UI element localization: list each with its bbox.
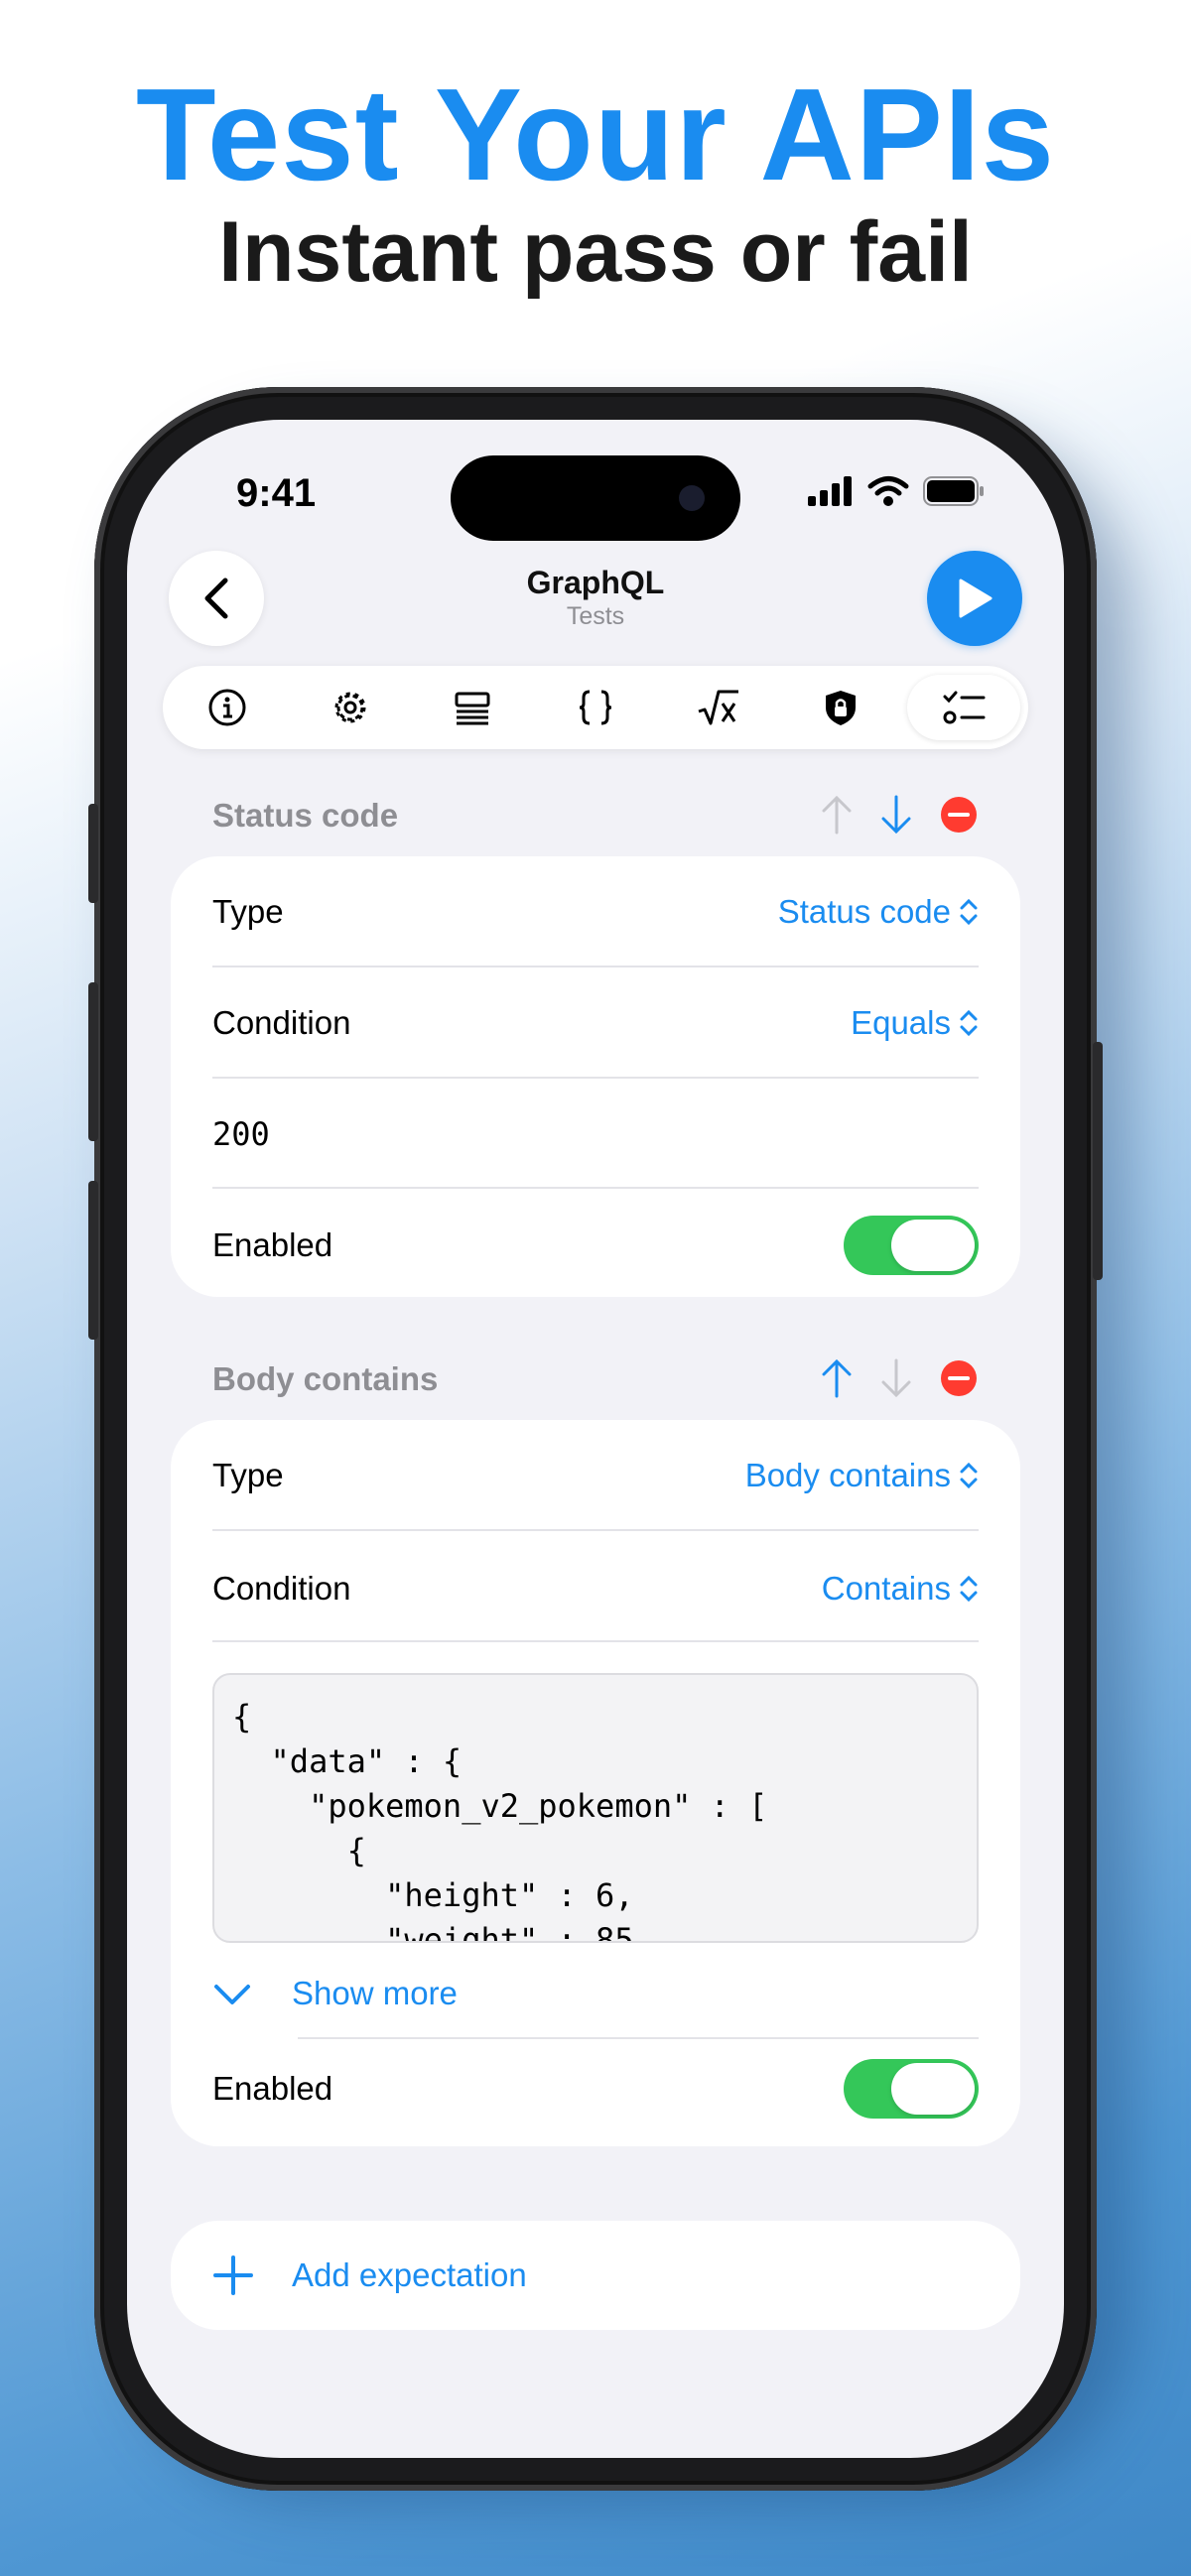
delete-icon[interactable] — [939, 1358, 979, 1398]
add-expectation-button[interactable]: Add expectation — [171, 2221, 1020, 2330]
divider — [212, 1529, 979, 1531]
toggle-knob — [891, 2063, 975, 2115]
arrow-up-icon[interactable] — [820, 795, 854, 835]
condition-value: Equals — [851, 1004, 951, 1041]
condition-row[interactable]: Condition Equals — [212, 993, 979, 1053]
delete-icon[interactable] — [939, 795, 979, 835]
list-icon — [455, 692, 490, 725]
toggle-knob — [891, 1220, 975, 1271]
enabled-toggle[interactable] — [844, 2059, 979, 2119]
checklist-icon — [943, 691, 986, 724]
expectation-1-actions — [820, 795, 979, 835]
action-button — [88, 804, 98, 903]
divider — [212, 1187, 979, 1189]
condition-value: Contains — [821, 1570, 951, 1607]
type-value: Body contains — [744, 1457, 951, 1493]
chevron-down-icon — [214, 1985, 250, 2004]
camera-icon — [679, 485, 705, 511]
phone-screen: 9:41 GraphQL Tests Status code Type Stat… — [127, 420, 1064, 2458]
code-line: "pokemon_v2_pokemon" : [ — [232, 1787, 768, 1825]
condition-label: Condition — [212, 1004, 351, 1041]
type-row[interactable]: Type Status code — [212, 882, 979, 942]
cellular-signal-icon — [808, 476, 852, 506]
run-button[interactable] — [927, 551, 1022, 646]
divider — [212, 1640, 979, 1642]
nav-title: GraphQL — [526, 565, 665, 600]
expectation-1-card: Type Status code Condition Equals 200 En… — [171, 856, 1020, 1297]
promo-headline: Test Your APIs — [135, 62, 1055, 207]
show-more-link[interactable]: Show more — [292, 1975, 458, 2012]
nav-subtitle: Tests — [566, 602, 625, 630]
expected-value-row[interactable]: 200 — [212, 1104, 979, 1164]
divider — [212, 1077, 979, 1079]
enabled-row: Enabled — [212, 2057, 979, 2121]
tab-tests[interactable] — [906, 675, 1020, 740]
type-label: Type — [212, 1457, 284, 1493]
tab-auth[interactable] — [784, 675, 897, 740]
condition-picker[interactable]: Contains — [822, 1570, 979, 1608]
condition-picker[interactable]: Equals — [851, 1004, 979, 1042]
tab-settings[interactable] — [294, 675, 407, 740]
type-picker[interactable]: Status code — [778, 893, 979, 931]
chevron-up-down-icon — [960, 1462, 978, 1489]
type-row[interactable]: Type Body contains — [212, 1446, 979, 1505]
volume-up-button — [88, 982, 98, 1141]
enabled-label: Enabled — [212, 1226, 333, 1263]
chevron-up-down-icon — [960, 898, 978, 926]
condition-row[interactable]: Condition Contains — [212, 1559, 979, 1618]
show-more-row[interactable]: Show more — [212, 1966, 979, 2021]
dynamic-island — [451, 455, 740, 541]
plus-icon — [213, 2255, 253, 2295]
segment-tabbar — [163, 666, 1028, 749]
expectation-1-header: Status code — [212, 797, 399, 834]
code-line: { — [232, 1698, 252, 1736]
wifi-icon — [867, 476, 909, 506]
arrow-down-icon[interactable] — [879, 1358, 913, 1398]
expectation-2-header: Body contains — [212, 1360, 439, 1397]
divider — [298, 2037, 979, 2039]
code-line: "height" : 6, — [232, 1876, 634, 1914]
sqrt-x-icon — [698, 690, 738, 725]
promo-subheadline: Instant pass or fail — [218, 204, 973, 300]
expectation-2-actions — [820, 1358, 979, 1398]
code-line: "data" : { — [232, 1742, 463, 1780]
braces-icon — [579, 690, 612, 725]
volume-down-button — [88, 1181, 98, 1340]
chevron-up-down-icon — [960, 1009, 978, 1037]
tab-info[interactable] — [171, 675, 284, 740]
add-expectation-row[interactable]: Add expectation — [212, 2245, 979, 2306]
expectation-2-card: Type Body contains Condition Contains { … — [171, 1420, 1020, 2146]
type-label: Type — [212, 893, 284, 930]
type-picker[interactable]: Body contains — [745, 1457, 979, 1494]
arrow-down-icon[interactable] — [879, 795, 913, 835]
enabled-toggle[interactable] — [844, 1216, 979, 1275]
add-expectation-label: Add expectation — [292, 2256, 527, 2293]
status-icons — [808, 475, 985, 507]
type-value: Status code — [777, 893, 951, 930]
play-icon — [959, 579, 992, 618]
body-code-editor[interactable]: { "data" : { "pokemon_v2_pokemon" : [ { … — [212, 1673, 979, 1943]
tab-body[interactable] — [539, 675, 652, 740]
code-line: "weight" : 85 — [232, 1921, 634, 1943]
chevron-up-down-icon — [960, 1575, 978, 1603]
expected-value-field[interactable]: 200 — [212, 1115, 270, 1153]
info-icon — [208, 689, 246, 726]
arrow-up-icon[interactable] — [820, 1358, 854, 1398]
divider — [212, 966, 979, 967]
condition-label: Condition — [212, 1570, 351, 1607]
battery-icon — [923, 476, 984, 506]
enabled-row: Enabled — [212, 1214, 979, 1277]
power-button — [1093, 1042, 1103, 1280]
lock-shield-icon — [826, 691, 857, 725]
code-line: { — [232, 1832, 366, 1869]
enabled-label: Enabled — [212, 2070, 333, 2107]
gear-icon — [334, 692, 366, 723]
status-time: 9:41 — [236, 471, 317, 515]
tab-headers[interactable] — [416, 675, 529, 740]
tab-variables[interactable] — [662, 675, 775, 740]
